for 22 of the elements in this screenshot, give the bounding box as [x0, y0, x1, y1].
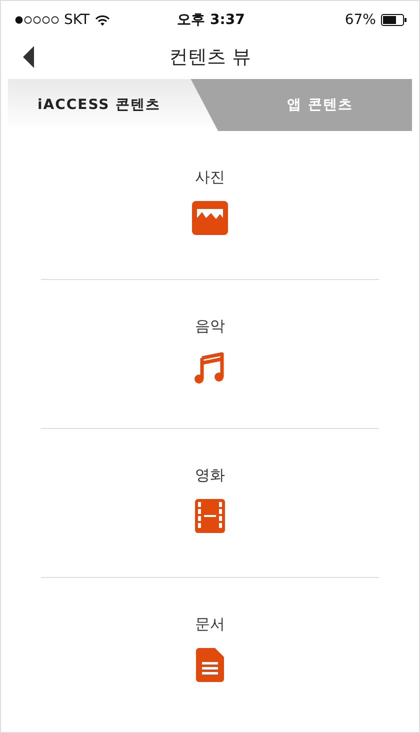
- carrier-name: SKT: [64, 12, 90, 28]
- wifi-icon: [94, 14, 110, 26]
- status-time: 오후 3:37: [177, 11, 245, 29]
- content-category[interactable]: 영화: [41, 429, 379, 578]
- content-tab[interactable]: iACCESS 콘텐츠: [8, 79, 218, 131]
- category-label: 문서: [195, 615, 225, 634]
- category-label: 영화: [195, 466, 225, 484]
- content-category[interactable]: 문서: [41, 578, 379, 727]
- content-category[interactable]: 음악: [41, 280, 379, 429]
- signal-icon: [15, 16, 59, 24]
- content-category[interactable]: 사진: [41, 131, 379, 280]
- battery-percent: 67%: [344, 12, 376, 28]
- image-icon: [192, 200, 228, 234]
- back-arrow-icon: [23, 46, 34, 68]
- screen-title: 컨텐츠 뷰: [168, 45, 252, 70]
- category-label: 음악: [195, 316, 225, 336]
- battery-icon: [380, 14, 407, 26]
- music-note-icon: [194, 350, 226, 384]
- film-icon: [195, 498, 225, 532]
- back-button[interactable]: [21, 44, 36, 70]
- category-label: 사진: [195, 168, 225, 186]
- document-icon: [196, 648, 224, 682]
